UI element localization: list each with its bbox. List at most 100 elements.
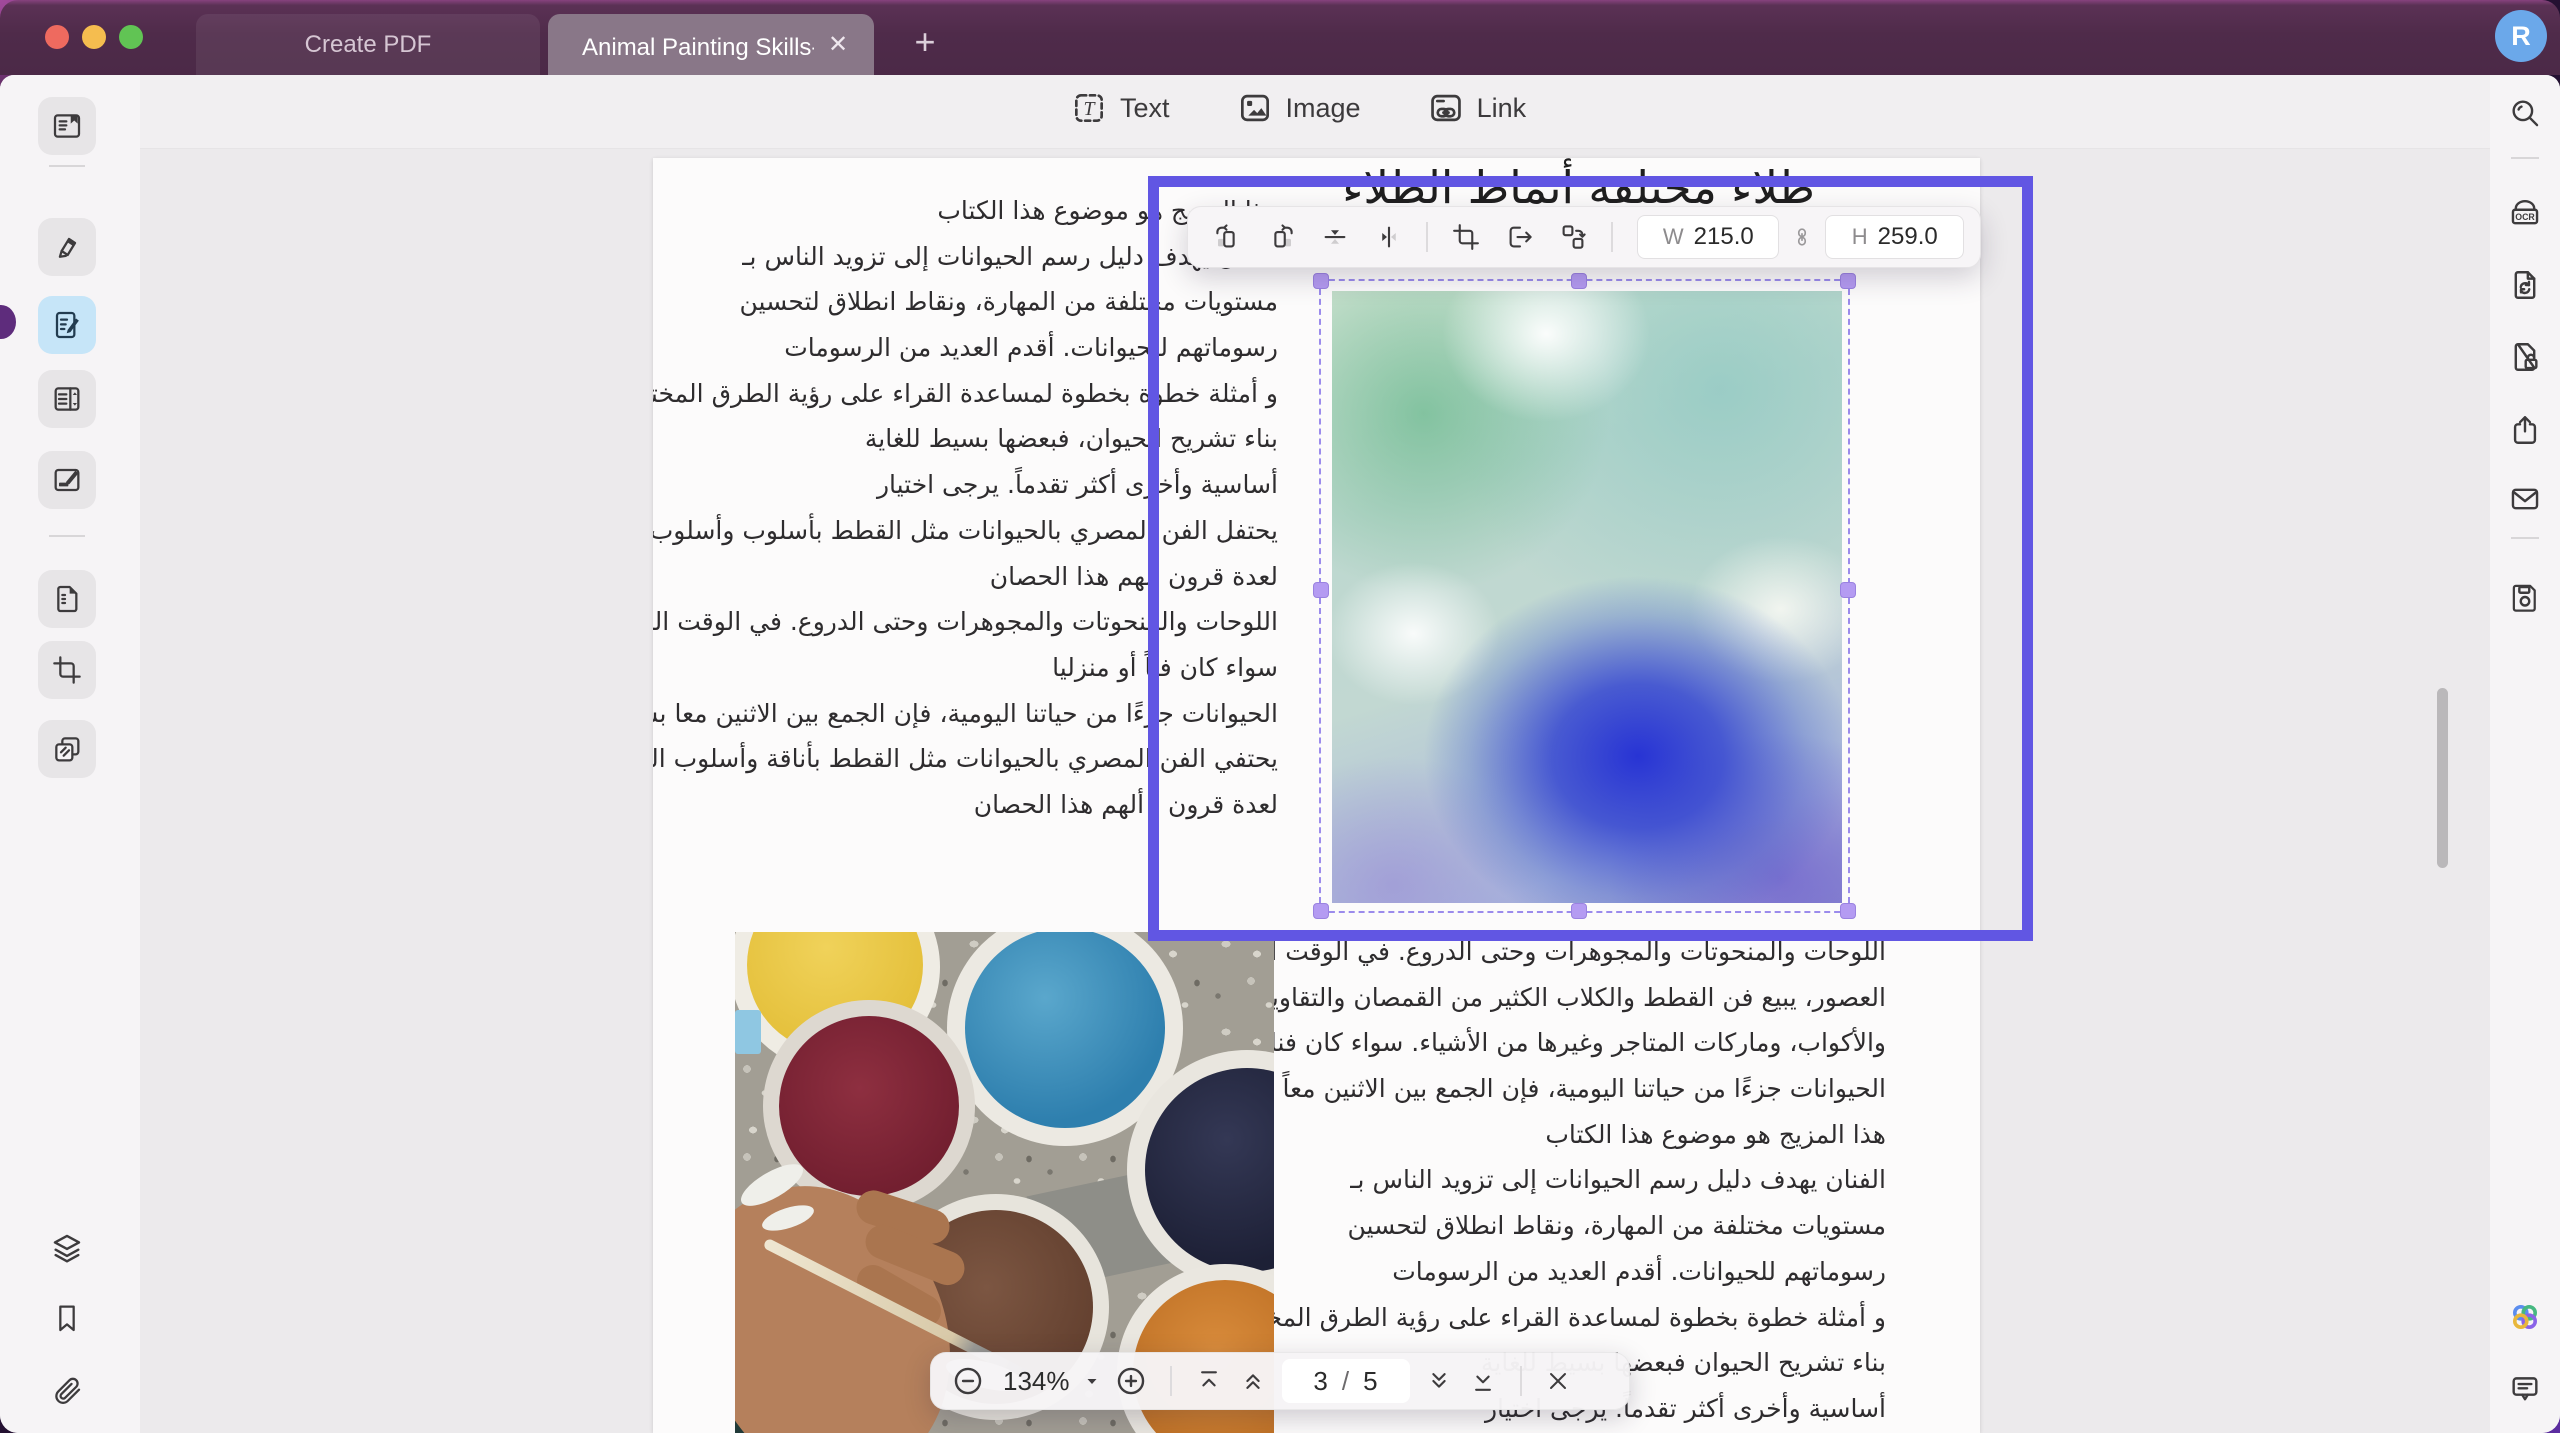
mail-icon (2511, 488, 2539, 510)
feedback-button[interactable] (2503, 1367, 2547, 1411)
crop-image-button[interactable] (1442, 213, 1490, 261)
zoom-level[interactable]: 134% (1003, 1366, 1070, 1397)
extract-pages-button[interactable] (38, 570, 96, 628)
minimize-window-button[interactable] (82, 25, 106, 49)
rotate-left-button[interactable] (1204, 213, 1252, 261)
resize-handle-top-right[interactable] (1840, 273, 1856, 289)
flip-vertical-icon (1324, 230, 1346, 244)
arabic-text-line: هذا المزيج هو موضوع هذا الكتاب (1545, 1119, 1886, 1149)
vertical-scrollbar[interactable] (2437, 688, 2448, 868)
width-label: W (1662, 224, 1684, 249)
width-field[interactable]: W 215.0 (1637, 215, 1780, 259)
flip-horizontal-button[interactable] (1365, 213, 1413, 261)
arabic-text-line: رسوماتهم للحيوانات. أقدم العديد من الرسو… (1392, 1256, 1886, 1286)
close-window-button[interactable] (45, 25, 69, 49)
feedback-icon (2512, 1377, 2538, 1401)
text-tool-icon: T (1074, 93, 1104, 123)
blue-item (735, 1010, 761, 1054)
next-page-icon (1431, 1373, 1446, 1388)
right-sidebar: OCR (2490, 75, 2560, 1433)
sidebar-divider (49, 165, 85, 167)
toolbar-divider (1169, 1366, 1172, 1396)
resize-handle-bottom-right[interactable] (1840, 903, 1856, 919)
save-button[interactable] (2503, 575, 2547, 619)
chain-link-icon (1798, 228, 1807, 246)
tab-create-pdf-label: Create PDF (304, 30, 432, 58)
caret-down-icon (1087, 1379, 1096, 1384)
previous-page-icon (1245, 1374, 1260, 1389)
rotate-right-icon (1274, 224, 1294, 248)
avatar[interactable]: R (2495, 10, 2547, 62)
rotate-right-button[interactable] (1258, 213, 1306, 261)
layers-panel-button[interactable] (38, 1219, 96, 1277)
close-navbar-button[interactable] (1544, 1367, 1572, 1395)
email-button[interactable] (2503, 477, 2547, 521)
stamp-icon (55, 737, 80, 762)
zoom-window-button[interactable] (119, 25, 143, 49)
zoom-in-icon (1117, 1367, 1144, 1395)
zoom-dropdown-button[interactable] (1084, 1373, 1100, 1389)
resize-handle-bottom-center[interactable] (1570, 903, 1587, 919)
crop-icon (53, 656, 81, 684)
convert-button[interactable] (2503, 263, 2547, 307)
last-page-button[interactable] (1468, 1366, 1498, 1396)
form-icon (54, 387, 80, 411)
zoom-in-button[interactable] (1114, 1364, 1148, 1398)
resize-handle-bottom-left[interactable] (1313, 903, 1329, 919)
save-icon (2512, 584, 2536, 612)
crop-icon (1453, 224, 1480, 250)
ocr-button[interactable]: OCR (2503, 192, 2547, 236)
paperclip-icon (55, 1377, 81, 1404)
image-tool-button[interactable]: Image (1236, 89, 1361, 127)
link-dimensions-button[interactable] (1791, 226, 1813, 248)
sidebar-divider (2511, 157, 2539, 159)
zoom-out-button[interactable] (951, 1364, 985, 1398)
arabic-text-line: الحيوانات جزءًا من حياتنا اليومية، فإن ا… (1148, 1074, 1886, 1104)
bookmarks-panel-button[interactable] (38, 1289, 96, 1347)
image-tool-label: Image (1285, 92, 1361, 123)
tab-document[interactable]: Animal Painting Skills-ar 自 ✕ (548, 14, 874, 75)
fill-sign-tool-button[interactable] (38, 451, 96, 509)
new-tab-button[interactable]: + (905, 21, 945, 62)
attachments-panel-button[interactable] (38, 1362, 96, 1420)
search-button[interactable] (2503, 91, 2547, 135)
previous-page-button[interactable] (1238, 1366, 1268, 1396)
reader-mode-button[interactable] (38, 97, 96, 155)
protect-button[interactable] (2503, 335, 2547, 379)
first-page-button[interactable] (1194, 1366, 1224, 1396)
extract-image-button[interactable] (1496, 213, 1544, 261)
first-page-icon (1200, 1371, 1217, 1387)
arabic-text-line: و أمثلة خطوة بخطوة لمساعدة القراء على رؤ… (1224, 1302, 1886, 1332)
flip-horizontal-icon (1381, 226, 1396, 248)
navigation-toolbar: 134% 3 / 5 (930, 1352, 1630, 1410)
share-button[interactable] (2503, 408, 2547, 452)
blue-paint-bucket (965, 932, 1165, 1128)
tab-create-pdf[interactable]: Create PDF (196, 14, 540, 75)
stamp-tool-button[interactable] (38, 720, 96, 778)
crop-pages-button[interactable] (38, 641, 96, 699)
text-tool-label: Text (1120, 92, 1170, 123)
text-tool-button[interactable]: T Text (1070, 89, 1170, 127)
replace-image-button[interactable] (1550, 213, 1598, 261)
arabic-text-line: العصور، يبيع فن القطط والكلاب الكثير من … (1170, 982, 1886, 1012)
flip-vertical-button[interactable] (1311, 213, 1359, 261)
export-image-icon (1509, 226, 1532, 248)
next-page-button[interactable] (1424, 1366, 1454, 1396)
close-tab-icon[interactable]: ✕ (828, 32, 848, 57)
resize-handle-top-left[interactable] (1313, 273, 1329, 289)
page-number-field[interactable]: 3 / 5 (1281, 1359, 1410, 1403)
link-tool-button[interactable]: Link (1427, 89, 1527, 127)
edit-tool-button[interactable] (38, 296, 96, 354)
titlebar: Create PDF Animal Painting Skills-ar 自 ✕… (0, 0, 2560, 75)
image-selection-bounds[interactable] (1313, 273, 1856, 919)
resize-handle-middle-left[interactable] (1313, 582, 1329, 598)
highlighter-icon (58, 237, 77, 258)
ai-assistant-button[interactable] (2503, 1295, 2547, 1339)
resize-handle-middle-right[interactable] (1840, 582, 1856, 598)
height-field[interactable]: H 259.0 (1825, 215, 1964, 259)
highlight-tool-button[interactable] (38, 218, 96, 276)
forms-tool-button[interactable] (38, 370, 96, 428)
toolbar-divider (1611, 222, 1614, 252)
link-tool-label: Link (1476, 92, 1527, 123)
resize-handle-top-center[interactable] (1570, 273, 1587, 289)
